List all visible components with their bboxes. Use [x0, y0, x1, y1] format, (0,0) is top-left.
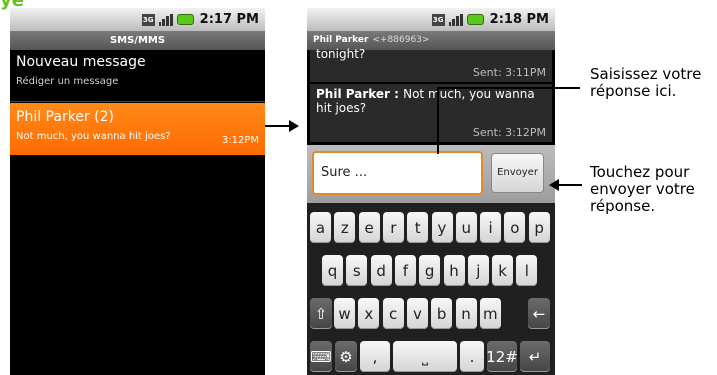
- callout-line: [437, 87, 580, 89]
- status-time: 2:17 PM: [199, 12, 259, 27]
- key-g[interactable]: g: [419, 255, 441, 286]
- message-input[interactable]: Sure ...: [312, 151, 483, 195]
- message-text: tonight?: [316, 47, 366, 61]
- app-title: SMS/MMS: [10, 31, 265, 50]
- message-sender: Phil Parker :: [316, 87, 404, 101]
- message-sent-time: Sent: 3:12PM: [472, 126, 546, 139]
- compose-bar: Sure ... Envoyer: [307, 145, 555, 203]
- key-u[interactable]: u: [455, 212, 477, 243]
- key-m[interactable]: m: [479, 298, 501, 329]
- 3g-icon: 3G: [431, 13, 445, 26]
- key-q[interactable]: q: [322, 255, 343, 286]
- conversation-thread-item[interactable]: Phil Parker (2) Not much, you wanna hit …: [10, 103, 265, 155]
- key-c[interactable]: c: [382, 298, 404, 329]
- new-message-title: Nouveau message: [16, 54, 146, 70]
- key-n[interactable]: n: [455, 298, 477, 329]
- key-s[interactable]: s: [346, 255, 368, 286]
- enter-key[interactable]: ↵: [520, 341, 550, 372]
- phone-conversation-list: 3G 2:17 PM SMS/MMS Nouveau message Rédig…: [10, 8, 265, 375]
- 3g-icon: 3G: [141, 13, 155, 26]
- message-list[interactable]: tonight? Sent: 3:11PM Phil Parker : Not …: [307, 47, 555, 145]
- key-period[interactable]: .: [460, 341, 484, 372]
- message-bubble: tonight? Sent: 3:11PM: [310, 47, 552, 82]
- key-l[interactable]: l: [516, 255, 538, 286]
- key-y[interactable]: y: [431, 212, 453, 243]
- battery-icon: [466, 14, 484, 25]
- on-screen-keyboard: a z e r t y u i o p q s d f g h j k l ⇧ w x c v b n m ← ⌨ ⚙, ⎵. 12# ↵: [307, 203, 555, 375]
- key-a[interactable]: a: [310, 212, 331, 243]
- thread-time: 3:12PM: [221, 135, 259, 146]
- key-e[interactable]: e: [358, 212, 380, 243]
- callout-line: [437, 87, 439, 154]
- key-h[interactable]: h: [443, 255, 465, 286]
- new-message-subtitle: Rédiger un message: [16, 76, 119, 87]
- shift-key[interactable]: ⇧: [310, 298, 332, 329]
- key-z[interactable]: z: [334, 212, 356, 243]
- key-r[interactable]: r: [382, 212, 404, 243]
- signal-icon: [158, 13, 173, 26]
- key-b[interactable]: b: [431, 298, 453, 329]
- key-comma[interactable]: ,: [360, 341, 390, 372]
- space-key[interactable]: ⎵: [393, 341, 457, 372]
- symbols-key[interactable]: 12#: [486, 341, 518, 372]
- divider: [10, 101, 265, 102]
- status-bar: 3G 2:17 PM: [10, 8, 265, 31]
- key-i[interactable]: i: [480, 212, 502, 243]
- key-t[interactable]: t: [407, 212, 429, 243]
- backspace-key[interactable]: ←: [528, 298, 550, 329]
- keyboard-settings-icon[interactable]: ⌨: [310, 341, 332, 372]
- message-bubble: Phil Parker : Not much, you wanna hit jo…: [310, 84, 552, 142]
- status-bar: 3G 2:18 PM: [307, 8, 555, 31]
- send-button[interactable]: Envoyer: [491, 153, 544, 193]
- battery-icon: [176, 14, 194, 25]
- arrow-left-icon: [549, 179, 582, 191]
- new-message-item[interactable]: Nouveau message Rédiger un message: [10, 50, 265, 99]
- thread-contact-name: Phil Parker (2): [16, 109, 114, 125]
- callout-send-reply: Touchez pour envoyer votre réponse.: [590, 163, 695, 215]
- arrow-right-icon: [265, 120, 299, 132]
- key-k[interactable]: k: [492, 255, 514, 286]
- key-d[interactable]: d: [370, 255, 392, 286]
- key-p[interactable]: p: [528, 212, 550, 243]
- phone-conversation-view: 3G 2:18 PM Phil Parker <+886963> tonight?…: [307, 8, 555, 375]
- key-o[interactable]: o: [504, 212, 526, 243]
- key-v[interactable]: v: [406, 298, 428, 329]
- key-x[interactable]: x: [358, 298, 380, 329]
- gear-icon[interactable]: ⚙: [335, 341, 357, 372]
- signal-icon: [448, 13, 463, 26]
- key-j[interactable]: j: [467, 255, 489, 286]
- key-w[interactable]: w: [334, 298, 355, 329]
- callout-reply-here: Saisissez votre réponse ici.: [590, 65, 702, 100]
- message-sent-time: Sent: 3:11PM: [472, 66, 546, 79]
- status-time: 2:18 PM: [489, 12, 549, 27]
- key-f[interactable]: f: [394, 255, 416, 286]
